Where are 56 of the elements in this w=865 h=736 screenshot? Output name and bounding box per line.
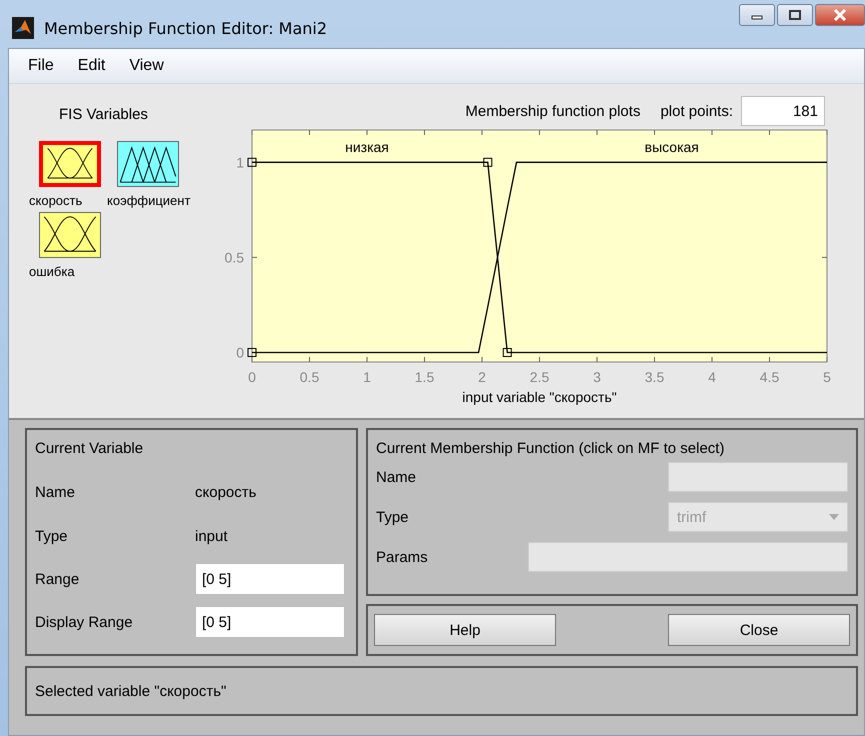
display-range-field[interactable]: [0 5] xyxy=(195,606,345,638)
axis-tick-label: 1 xyxy=(363,369,371,385)
range-label: Range xyxy=(35,570,80,588)
maximize-button[interactable] xyxy=(777,4,813,26)
axis-tick-label: 0.5 xyxy=(300,369,320,385)
axis-tick-label: 0 xyxy=(236,344,244,360)
dialog-button[interactable]: Help xyxy=(374,614,556,646)
caret-icon xyxy=(829,514,839,520)
dialog-button[interactable]: Close xyxy=(668,614,850,646)
variable-label: скорость xyxy=(29,193,82,208)
axis-tick-label: 4 xyxy=(708,369,716,385)
app-logo-icon xyxy=(12,17,34,39)
variable-label: ошибка xyxy=(29,264,75,279)
variable-label: коэффициент xyxy=(107,193,190,208)
axis-tick-label: 1 xyxy=(236,154,244,170)
variable-name-text: скорость xyxy=(195,484,256,502)
type-label: Type xyxy=(35,528,69,545)
display-range-label: Display Range xyxy=(35,614,134,631)
axis-tick-label: 1.5 xyxy=(414,369,434,385)
name-label: Name xyxy=(376,468,416,486)
mf-name-field[interactable] xyxy=(668,462,848,492)
status-text: Selected variable "скорость" xyxy=(35,682,226,700)
type-label: Type xyxy=(376,508,409,526)
axis-tick-label: 3.5 xyxy=(644,369,664,385)
variable-button[interactable] xyxy=(117,141,179,187)
membership-function-label: высокая xyxy=(644,139,699,155)
axis-tick-label: 3 xyxy=(593,369,601,385)
variable-button[interactable] xyxy=(39,141,101,187)
axis-tick-label: 2 xyxy=(478,369,486,385)
close-icon xyxy=(833,9,847,21)
menu-item[interactable]: File xyxy=(28,57,54,75)
variable-button[interactable] xyxy=(39,212,101,258)
membership-function-label: низкая xyxy=(345,139,389,155)
panel-title: Current Membership Function (click on MF to select) xyxy=(376,440,724,457)
plot-points-field[interactable]: 181 xyxy=(741,96,825,126)
maximize-icon xyxy=(789,10,801,20)
axis-tick-label: 5 xyxy=(823,369,831,385)
menu-item[interactable]: View xyxy=(129,57,164,75)
axis-tick-label: 2.5 xyxy=(530,369,550,385)
panel-title: Current Variable xyxy=(35,440,144,459)
axis-title: input variable "скорость" xyxy=(462,389,617,405)
axis-tick-label: 0 xyxy=(248,369,256,385)
menu-item[interactable]: Edit xyxy=(78,57,106,75)
axis-tick-label: 0.5 xyxy=(224,249,244,266)
variable-type-text: input xyxy=(195,528,228,545)
fis-variables-label: FIS Variables xyxy=(59,106,149,123)
range-field[interactable]: [0 5] xyxy=(195,563,345,596)
plot-title: Membership function plots xyxy=(465,102,640,120)
minimize-button[interactable] xyxy=(739,4,775,26)
close-button[interactable] xyxy=(815,4,865,26)
params-field[interactable] xyxy=(528,542,848,572)
plot-points-label: plot points: xyxy=(660,102,733,120)
params-label: Params xyxy=(376,548,428,566)
window-title: Membership Function Editor: Mani2 xyxy=(44,18,328,38)
name-label: Name xyxy=(35,484,76,502)
axis-tick-label: 4.5 xyxy=(760,369,780,385)
